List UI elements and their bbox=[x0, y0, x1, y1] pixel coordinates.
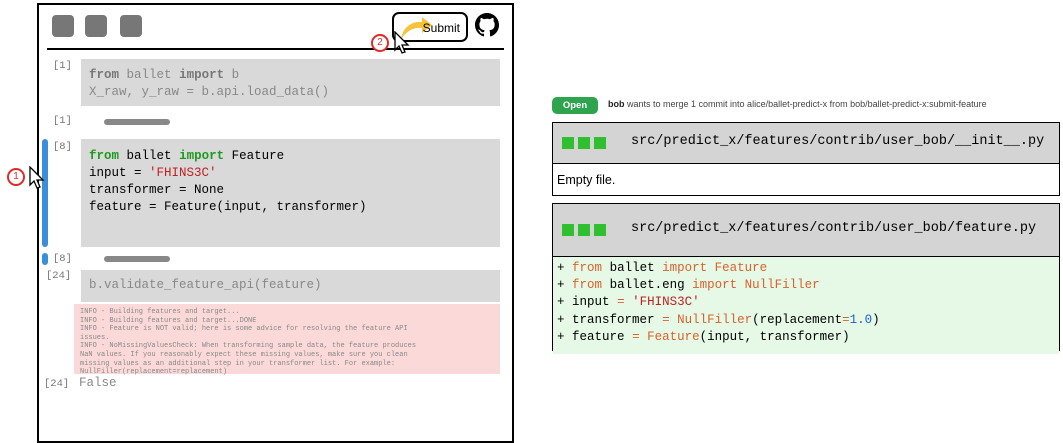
step-badge-2: 2 bbox=[371, 34, 389, 52]
diff-stat-square bbox=[594, 137, 606, 149]
diff-file-init: src/predict_x/features/contrib/user_bob/… bbox=[552, 122, 1060, 196]
toolbar-button-3[interactable] bbox=[120, 15, 142, 37]
diff-stat-square bbox=[562, 224, 574, 236]
toolbar-button-1[interactable] bbox=[52, 15, 74, 37]
cell-prompt: [24] bbox=[44, 378, 70, 390]
collapsed-output[interactable] bbox=[104, 119, 170, 125]
submit-label: Submit bbox=[422, 21, 460, 35]
log-line: issues. bbox=[80, 333, 110, 342]
active-cell-indicator bbox=[42, 139, 48, 247]
collapsed-output[interactable] bbox=[104, 256, 170, 262]
code-cell-validate[interactable]: b.validate_feature_api(feature) bbox=[81, 270, 500, 302]
github-icon[interactable] bbox=[475, 13, 499, 37]
toolbar-divider bbox=[47, 48, 504, 50]
active-output-indicator bbox=[42, 253, 48, 265]
diff-added-lines: + from ballet import Feature + from ball… bbox=[553, 257, 1059, 354]
cursor-icon bbox=[29, 166, 45, 189]
diff-file-feature: src/predict_x/features/contrib/user_bob/… bbox=[552, 203, 1060, 354]
cell-prompt: [8] bbox=[53, 141, 72, 153]
validation-log-output: INFO - Building features and target... I… bbox=[74, 304, 500, 377]
file-path: src/predict_x/features/contrib/user_bob/… bbox=[631, 221, 1037, 236]
log-line: NullFiller(replacement=replacement) bbox=[80, 368, 228, 377]
cell-prompt: [1] bbox=[53, 60, 72, 72]
file-header[interactable]: src/predict_x/features/contrib/user_bob/… bbox=[553, 204, 1059, 257]
cursor-icon bbox=[394, 31, 410, 54]
log-line: INFO - Feature is NOT valid; here is som… bbox=[80, 325, 408, 334]
pr-open-badge: Open bbox=[552, 97, 598, 114]
cell-prompt: [24] bbox=[46, 270, 72, 282]
code-cell-load-data[interactable]: from ballet import b X_raw, y_raw = b.ap… bbox=[81, 59, 500, 106]
log-line: INFO - Building features and target... bbox=[80, 308, 240, 316]
log-line: INFO - Building features and target...DO… bbox=[80, 316, 257, 325]
step-badge-1: 1 bbox=[7, 168, 25, 186]
file-body: Empty file. bbox=[557, 173, 616, 187]
log-line: missing values as an additional step in … bbox=[80, 359, 396, 368]
diff-stat-square bbox=[578, 137, 590, 149]
file-path: src/predict_x/features/contrib/user_bob/… bbox=[631, 134, 1045, 149]
pr-author: bob bbox=[608, 99, 625, 109]
cell-prompt: [8] bbox=[53, 253, 72, 265]
toolbar-button-2[interactable] bbox=[85, 15, 107, 37]
log-line: INFO - NoMissingValuesCheck: When transf… bbox=[80, 342, 417, 351]
pr-description: bob wants to merge 1 commit into alice/b… bbox=[608, 99, 987, 109]
diff-stat-square bbox=[594, 224, 606, 236]
diff-stat-square bbox=[562, 137, 574, 149]
log-line: NaN values. If you reasonably expect the… bbox=[80, 350, 408, 359]
cell-prompt: [1] bbox=[53, 115, 72, 127]
cell-output-false: False bbox=[79, 376, 117, 390]
file-header[interactable]: src/predict_x/features/contrib/user_bob/… bbox=[553, 123, 1059, 164]
diff-stat-square bbox=[578, 224, 590, 236]
code-cell-feature[interactable]: from ballet import Feature input = 'FHIN… bbox=[81, 139, 500, 247]
